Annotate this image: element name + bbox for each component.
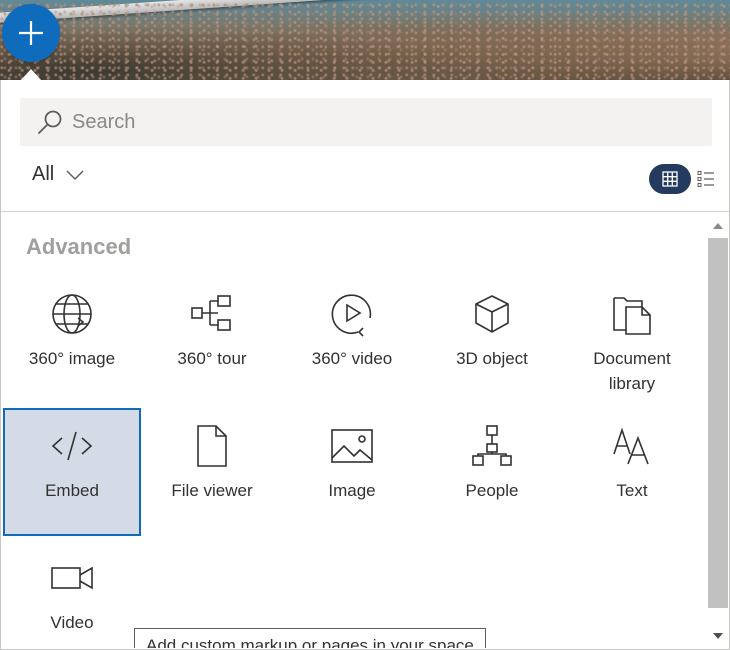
caret-up-icon [713,223,723,229]
search-icon [38,110,62,134]
tile-360-video[interactable]: 360° video [283,276,421,404]
add-button[interactable] [2,4,60,62]
code-icon [51,431,93,461]
scroll-up-button[interactable] [707,216,729,236]
plus-icon [19,21,43,45]
tour-flow-icon [191,295,231,331]
document-library-icon [613,297,651,335]
list-view-icon [697,171,714,187]
org-chart-icon [472,425,512,466]
tile-embed[interactable]: Embed [3,408,141,536]
tile-document-library[interactable]: Document library [563,276,701,394]
scroll-down-button[interactable] [707,626,729,646]
category-filter-dropdown[interactable]: All [32,163,84,186]
category-filter-value: All [32,163,55,185]
file-icon [197,425,227,467]
tile-360-image[interactable]: 360° image [3,276,141,404]
image-icon [331,429,373,463]
header-photo [0,0,730,80]
tile-label: 360° tour [177,349,247,368]
view-toggle [649,164,717,194]
web-part-gallery: Advanced 360° image 360° tour 360° video… [1,212,707,648]
tile-people[interactable]: People [423,408,561,536]
web-part-picker: All Advanced [0,80,730,650]
tile-video[interactable]: Video [3,540,141,648]
section-title: Advanced [26,234,132,259]
panel-notch [21,69,41,80]
chevron-down-icon [66,169,84,180]
grid-view-button[interactable] [649,164,691,194]
tile-label: File viewer [171,481,253,500]
tile-label: 3D object [456,349,528,368]
list-view-button[interactable] [695,168,717,190]
tile-label: Document library [593,349,671,393]
search-input[interactable] [72,110,672,134]
tile-label: 360° image [28,349,116,368]
embed-tooltip: Add custom markup or pages in your space [134,628,486,648]
tile-label: Image [328,481,376,500]
tile-label: 360° video [311,349,393,368]
tile-text[interactable]: Text [563,408,701,536]
tile-file-viewer[interactable]: File viewer [143,408,281,536]
vertical-scrollbar[interactable] [707,212,729,648]
text-icon [613,427,649,465]
tile-3d-object[interactable]: 3D object [423,276,561,404]
video-360-icon [331,294,372,337]
tile-label: Text [616,481,648,500]
search-box[interactable] [20,98,712,146]
caret-down-icon [713,633,723,639]
grid-view-icon [662,171,678,187]
scroll-thumb[interactable] [708,238,728,608]
globe-icon [52,294,92,334]
tile-label: Video [50,613,94,632]
tile-label: People [465,481,519,500]
tile-360-tour[interactable]: 360° tour [143,276,281,404]
tile-label: Embed [45,481,99,500]
cube-icon [475,295,509,333]
tile-image[interactable]: Image [283,408,421,536]
video-camera-icon [51,566,93,590]
